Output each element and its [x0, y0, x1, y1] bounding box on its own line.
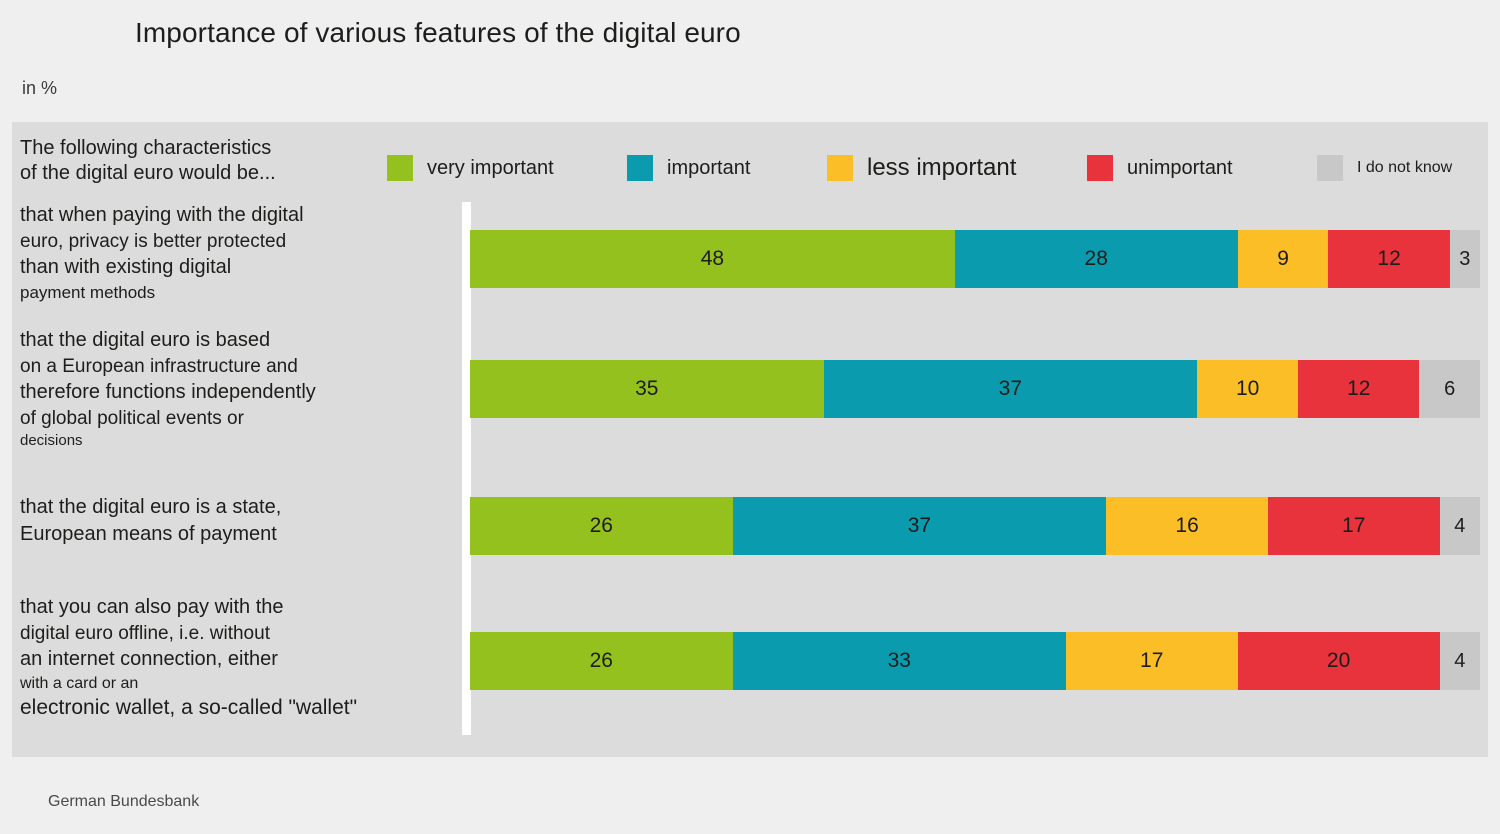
bar-segment-i-do-not-know[interactable]: 6: [1419, 360, 1480, 418]
legend-item-very-important[interactable]: very important: [387, 150, 554, 186]
legend-item-unimportant[interactable]: unimportant: [1087, 150, 1233, 186]
bar-row-label-line: with a card or an: [20, 675, 139, 692]
legend-item-important[interactable]: important: [627, 150, 750, 186]
bar-segment-unimportant[interactable]: 20: [1237, 632, 1440, 690]
bar-segment-very-important[interactable]: 48: [470, 230, 955, 288]
bar-segment-i-do-not-know[interactable]: 4: [1439, 497, 1480, 555]
bar-segment-very-important[interactable]: 26: [470, 632, 733, 690]
chart-footer: German Bundesbank: [0, 757, 1500, 834]
bar-row-label-line: electronic wallet, a so-called "wallet": [20, 696, 358, 719]
bar-segment-important[interactable]: 37: [823, 360, 1198, 418]
chart-header: Importance of various features of the di…: [0, 0, 1500, 122]
bar-segment-less-important[interactable]: 10: [1197, 360, 1299, 418]
legend-item-i-do-not-know[interactable]: I do not know: [1317, 150, 1452, 186]
bar-row-label-line: that the digital euro is a state,: [20, 496, 282, 518]
bar-row-label-line: that when paying with the digital: [20, 204, 304, 226]
bar-segment-important[interactable]: 37: [732, 497, 1107, 555]
legend-swatch-icon: [1087, 155, 1113, 181]
bar-segment-very-important[interactable]: 35: [470, 360, 824, 418]
legend-swatch-icon: [627, 155, 653, 181]
bar-segment-less-important[interactable]: 17: [1065, 632, 1238, 690]
stacked-bar: 35 37 10 12 6: [470, 360, 1480, 418]
bar-segment-unimportant[interactable]: 17: [1267, 497, 1440, 555]
bar-segment-important[interactable]: 28: [954, 230, 1238, 288]
bar-row-label-line: payment methods: [20, 283, 156, 302]
stacked-bar: 26 37 16 17 4: [470, 497, 1480, 555]
bar-row-label: that the digital euro is a state, Europe…: [20, 494, 460, 548]
bar-segment-very-important[interactable]: 26: [470, 497, 733, 555]
legend-swatch-icon: [387, 155, 413, 181]
bar-row-label-line: on a European infrastructure and: [20, 356, 298, 377]
bar-segment-i-do-not-know[interactable]: 4: [1439, 632, 1480, 690]
stacked-bar: 26 33 17 20 4: [470, 632, 1480, 690]
bar-row-label-line: digital euro offline, i.e. without: [20, 623, 270, 644]
chart-legend: very important important less important uni…: [372, 150, 1482, 190]
source-attribution: German Bundesbank: [48, 793, 200, 810]
bar-row-label-line: an internet connection, either: [20, 648, 278, 670]
bar-segment-i-do-not-know[interactable]: 3: [1449, 230, 1480, 288]
bar-row-label-line: of global political events or: [20, 408, 244, 429]
legend-item-label: unimportant: [1127, 156, 1233, 179]
bar-row-label: that when paying with the digital euro, p…: [20, 202, 460, 304]
chart-title: Importance of various features of the di…: [135, 17, 741, 48]
legend-item-label: less important: [867, 154, 1017, 181]
legend-question-text: The following characteristics of the dig…: [20, 137, 276, 184]
chart-panel: The following characteristics of the dig…: [12, 122, 1488, 757]
plot-area: that when paying with the digital euro, p…: [12, 202, 1488, 757]
chart-unit-label: in %: [22, 78, 58, 98]
legend-item-label: very important: [427, 156, 554, 179]
legend-item-label: important: [667, 156, 751, 179]
stacked-bar: 48 28 9 12 3: [470, 230, 1480, 288]
legend-swatch-icon: [827, 155, 853, 181]
bar-segment-unimportant[interactable]: 12: [1298, 360, 1420, 418]
legend-swatch-icon: [1317, 155, 1343, 181]
bar-segment-less-important[interactable]: 9: [1237, 230, 1329, 288]
legend-item-label: I do not know: [1357, 159, 1453, 176]
bar-row-label-line: European means of payment: [20, 523, 277, 545]
bar-row-label-line: that you can also pay with the: [20, 596, 284, 618]
bar-segment-unimportant[interactable]: 12: [1328, 230, 1450, 288]
bar-row-label-line: that the digital euro is based: [20, 329, 271, 351]
bar-segment-less-important[interactable]: 16: [1106, 497, 1268, 555]
bar-row-label: that you can also pay with the digital e…: [20, 594, 460, 722]
bar-segment-important[interactable]: 33: [732, 632, 1066, 690]
bar-row-label-line: than with existing digital: [20, 256, 232, 278]
bar-row-label-line: euro, privacy is better protected: [20, 231, 287, 252]
legend-item-less-important[interactable]: less important: [827, 150, 1016, 186]
bar-row-label-line: decisions: [20, 432, 83, 449]
bar-row-label-line: therefore functions independently: [20, 381, 316, 403]
bar-row-label: that the digital euro is based on a Europ…: [20, 327, 460, 451]
